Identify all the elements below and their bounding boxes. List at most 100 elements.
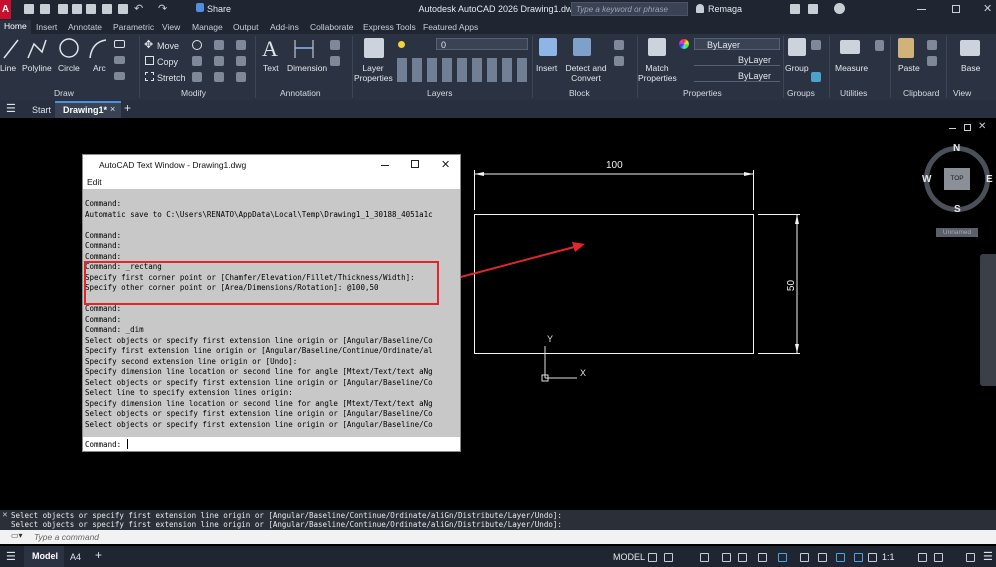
block-attribute-icon[interactable] <box>614 56 624 66</box>
scale-indicator[interactable]: 1:1 <box>882 552 895 562</box>
stretch-button[interactable]: Stretch <box>157 73 186 83</box>
text-window-close-icon[interactable]: ✕ <box>441 158 450 171</box>
annotation-visibility-icon[interactable] <box>836 553 845 562</box>
compass-n[interactable]: N <box>953 143 960 154</box>
match-properties-icon[interactable] <box>648 38 666 56</box>
detect-convert-icon[interactable] <box>573 38 591 56</box>
search-input[interactable]: Type a keyword or phrase <box>571 2 688 16</box>
isolate-icon[interactable] <box>934 553 943 562</box>
tab-parametric[interactable]: Parametric <box>113 22 154 32</box>
explode-icon[interactable] <box>236 56 246 66</box>
paste-button[interactable]: Paste <box>898 63 920 73</box>
insert-button[interactable]: Insert <box>536 63 557 73</box>
tab-insert[interactable]: Insert <box>36 22 57 32</box>
minimize-icon[interactable] <box>917 9 926 10</box>
annotation-scale-icon[interactable] <box>868 553 877 562</box>
measure-icon[interactable] <box>840 40 860 54</box>
edit-menu[interactable]: Edit <box>83 175 460 189</box>
navigation-bar[interactable] <box>980 254 996 386</box>
lineweight-icon[interactable] <box>800 553 809 562</box>
modify-panel-label[interactable]: Modify <box>181 88 206 98</box>
tab-add-ins[interactable]: Add-ins <box>270 22 299 32</box>
match-properties-button[interactable]: Match Properties <box>638 63 677 83</box>
measure-button[interactable]: Measure <box>835 63 868 73</box>
compass-s[interactable]: S <box>954 204 961 215</box>
rotate-icon[interactable] <box>192 40 202 50</box>
arc-icon[interactable] <box>88 38 108 60</box>
tab-collaborate[interactable]: Collaborate <box>310 22 353 32</box>
tab-output[interactable]: Output <box>233 22 259 32</box>
mirror-icon[interactable] <box>192 56 202 66</box>
add-layout-icon[interactable]: + <box>95 548 102 562</box>
layout-menu-icon[interactable]: ☰ <box>6 550 16 563</box>
tab-model[interactable]: Model <box>24 546 64 567</box>
group-button[interactable]: Group <box>785 63 809 73</box>
polyline-button[interactable]: Polyline <box>22 63 52 73</box>
dimension-button[interactable]: Dimension <box>287 63 327 73</box>
text-button[interactable]: Text <box>263 63 279 73</box>
workspace-icon[interactable] <box>918 553 927 562</box>
grid-icon[interactable] <box>648 553 657 562</box>
fillet-icon[interactable] <box>214 56 224 66</box>
linetype-dropdown[interactable]: ByLayer <box>694 54 780 66</box>
text-icon[interactable]: A <box>262 36 278 62</box>
tab-express-tools[interactable]: Express Tools <box>363 22 416 32</box>
erase-icon[interactable] <box>236 40 246 50</box>
stretch-icon[interactable] <box>145 72 154 81</box>
ucs-dropdown[interactable]: Unnamed <box>936 228 978 237</box>
command-line[interactable]: ▭▾ Type a command <box>0 530 996 544</box>
menu-icon[interactable]: ☰ <box>6 102 16 115</box>
cut-icon[interactable] <box>927 40 937 50</box>
table-icon[interactable] <box>330 56 340 66</box>
close-icon[interactable]: ✕ <box>983 2 992 15</box>
scale-icon[interactable] <box>192 72 202 82</box>
tab-view[interactable]: View <box>162 22 180 32</box>
polar-icon[interactable] <box>722 553 731 562</box>
line-button[interactable]: Line <box>0 63 16 73</box>
annotation-autoscale-icon[interactable] <box>854 553 863 562</box>
detect-convert-button[interactable]: Detect and Convert <box>565 63 607 83</box>
annotation-panel-label[interactable]: Annotation <box>280 88 321 98</box>
leader-icon[interactable] <box>330 40 340 50</box>
array-icon[interactable] <box>214 72 224 82</box>
customize-icon[interactable]: ☰ <box>983 550 993 563</box>
isodraft-icon[interactable] <box>738 553 747 562</box>
paste-icon[interactable] <box>898 38 914 58</box>
tab-manage[interactable]: Manage <box>192 22 223 32</box>
hatch-icon[interactable] <box>114 56 125 64</box>
object-snap-icon[interactable] <box>778 553 787 562</box>
offset-icon[interactable] <box>236 72 246 82</box>
circle-button[interactable]: Circle <box>58 63 80 73</box>
boundary-icon[interactable] <box>114 72 125 80</box>
text-window-command-input[interactable]: Command: <box>83 437 460 451</box>
ortho-icon[interactable] <box>700 553 709 562</box>
lineweight-dropdown[interactable]: ByLayer <box>694 70 780 82</box>
text-window-minimize-icon[interactable] <box>381 165 389 166</box>
calculator-icon[interactable] <box>875 40 884 51</box>
rectangle-icon[interactable] <box>114 40 125 48</box>
layer-properties-button[interactable]: Layer Properties <box>354 63 393 83</box>
command-input[interactable]: Type a command <box>34 532 99 542</box>
tab-close-icon[interactable]: × <box>110 104 115 114</box>
maximize-icon[interactable] <box>952 5 960 13</box>
command-history-close-icon[interactable]: ✕ <box>2 511 8 519</box>
tab-home[interactable]: Home <box>0 20 31 34</box>
help-icon[interactable] <box>834 3 845 14</box>
base-view-icon[interactable] <box>960 40 980 56</box>
circle-icon[interactable] <box>58 37 80 59</box>
utilities-panel-label[interactable]: Utilities <box>840 88 867 98</box>
move-icon[interactable]: ✥ <box>144 38 153 51</box>
layers-panel-label[interactable]: Layers <box>427 88 453 98</box>
snap-icon[interactable] <box>664 553 673 562</box>
model-space-toggle[interactable]: MODEL <box>613 552 645 562</box>
line-icon[interactable] <box>2 38 20 60</box>
exchange-icon[interactable] <box>808 4 818 14</box>
view-panel-label[interactable]: View <box>953 88 971 98</box>
copy-clip-icon[interactable] <box>927 56 937 66</box>
user-name[interactable]: Remaga <box>708 4 742 14</box>
layer-dropdown[interactable]: 0 <box>436 38 528 50</box>
dimension-icon[interactable] <box>292 38 316 60</box>
new-tab-icon[interactable]: + <box>124 101 131 115</box>
group-edit-icon[interactable] <box>811 72 821 82</box>
viewcube-top-face[interactable]: TOP <box>944 168 970 190</box>
